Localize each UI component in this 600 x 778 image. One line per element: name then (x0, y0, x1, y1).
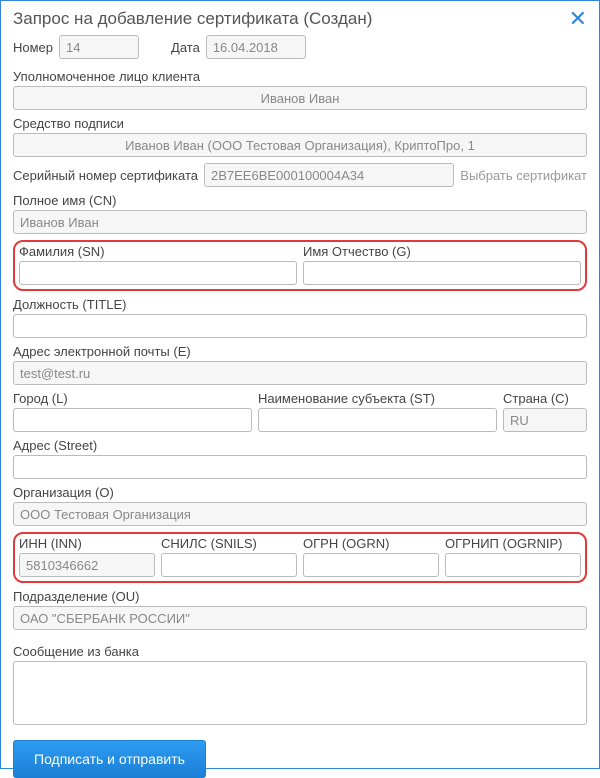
serial-row: Серийный номер сертификата Выбрать серти… (13, 163, 587, 187)
email-label: Адрес электронной почты (E) (13, 344, 587, 359)
st-field[interactable] (258, 408, 497, 432)
certificate-request-dialog: Запрос на добавление сертификата (Создан… (0, 0, 600, 769)
dialog-header: Запрос на добавление сертификата (Создан… (13, 9, 587, 29)
st-label: Наименование субъекта (ST) (258, 391, 497, 406)
authorized-field[interactable] (13, 86, 587, 110)
g-field[interactable] (303, 261, 581, 285)
number-label: Номер (13, 40, 53, 55)
cn-group: Полное имя (CN) (13, 193, 587, 234)
name-highlight: Фамилия (SN) Имя Отчество (G) (13, 240, 587, 291)
ou-label: Подразделение (OU) (13, 589, 587, 604)
sign-tool-label: Средство подписи (13, 116, 587, 131)
authorized-group: Уполномоченное лицо клиента (13, 69, 587, 110)
number-date-row: Номер Дата (13, 35, 587, 59)
bank-msg-group: Сообщение из банка (13, 644, 587, 728)
bank-msg-label: Сообщение из банка (13, 644, 587, 659)
sn-field[interactable] (19, 261, 297, 285)
inn-field[interactable] (19, 553, 155, 577)
sign-tool-field[interactable] (13, 133, 587, 157)
org-label: Организация (O) (13, 485, 587, 500)
submit-button[interactable]: Подписать и отправить (13, 740, 206, 778)
date-label: Дата (171, 40, 200, 55)
org-group: Организация (O) (13, 485, 587, 526)
city-row: Город (L) Наименование субъекта (ST) Стр… (13, 391, 587, 432)
cn-label: Полное имя (CN) (13, 193, 587, 208)
sign-tool-group: Средство подписи (13, 116, 587, 157)
snils-label: СНИЛС (SNILS) (161, 536, 297, 551)
country-field[interactable] (503, 408, 587, 432)
bank-msg-textarea[interactable] (13, 661, 587, 725)
org-field[interactable] (13, 502, 587, 526)
snils-field[interactable] (161, 553, 297, 577)
street-field[interactable] (13, 455, 587, 479)
ou-field[interactable] (13, 606, 587, 630)
number-field[interactable] (59, 35, 139, 59)
country-label: Страна (C) (503, 391, 587, 406)
serial-label: Серийный номер сертификата (13, 168, 198, 183)
date-field[interactable] (206, 35, 306, 59)
cn-field[interactable] (13, 210, 587, 234)
ou-group: Подразделение (OU) (13, 589, 587, 630)
title-group: Должность (TITLE) (13, 297, 587, 338)
title-label: Должность (TITLE) (13, 297, 587, 312)
street-group: Адрес (Street) (13, 438, 587, 479)
ogrnip-label: ОГРНИП (OGRNIP) (445, 536, 581, 551)
email-group: Адрес электронной почты (E) (13, 344, 587, 385)
g-label: Имя Отчество (G) (303, 244, 581, 259)
id-highlight: ИНН (INN) СНИЛС (SNILS) ОГРН (OGRN) ОГРН… (13, 532, 587, 583)
email-field[interactable] (13, 361, 587, 385)
street-label: Адрес (Street) (13, 438, 587, 453)
sn-label: Фамилия (SN) (19, 244, 297, 259)
serial-field[interactable] (204, 163, 454, 187)
city-label: Город (L) (13, 391, 252, 406)
inn-label: ИНН (INN) (19, 536, 155, 551)
title-field[interactable] (13, 314, 587, 338)
choose-cert-link[interactable]: Выбрать сертификат (460, 168, 587, 183)
ogrn-field[interactable] (303, 553, 439, 577)
dialog-footer: Подписать и отправить (13, 740, 587, 778)
authorized-label: Уполномоченное лицо клиента (13, 69, 587, 84)
close-icon[interactable]: ✕ (569, 10, 587, 28)
ogrnip-field[interactable] (445, 553, 581, 577)
ogrn-label: ОГРН (OGRN) (303, 536, 439, 551)
city-field[interactable] (13, 408, 252, 432)
dialog-title: Запрос на добавление сертификата (Создан… (13, 9, 372, 29)
